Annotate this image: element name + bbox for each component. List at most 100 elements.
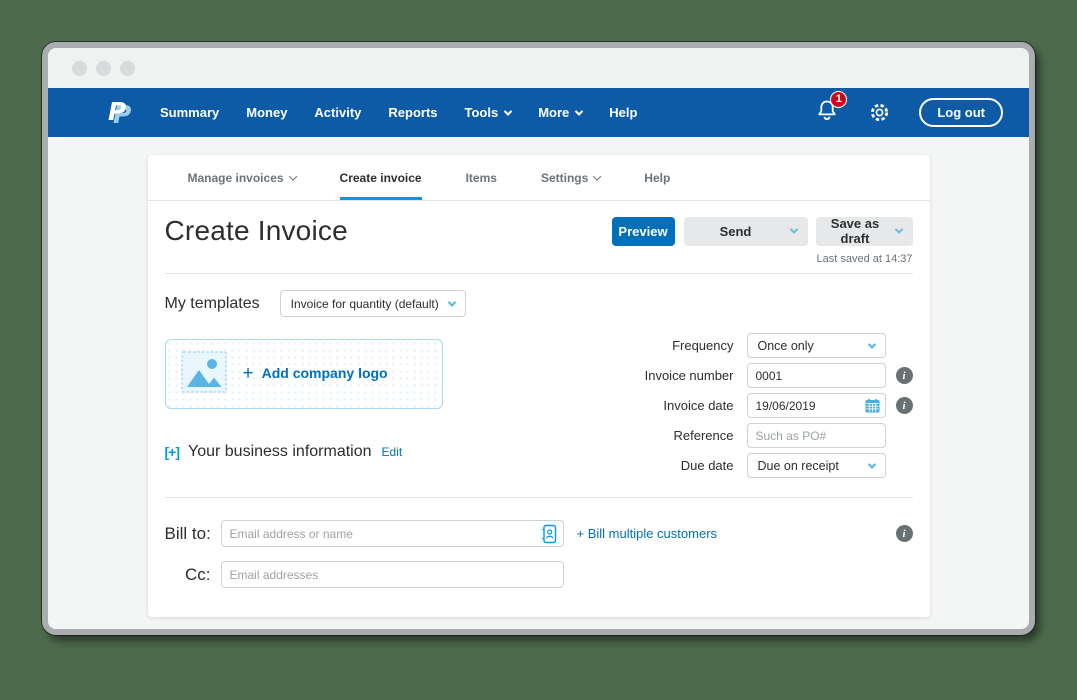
nav-item-reports[interactable]: Reports bbox=[388, 105, 437, 120]
nav-item-label: Tools bbox=[464, 105, 499, 120]
logout-button[interactable]: Log out bbox=[919, 98, 1003, 127]
frequency-value: Once only bbox=[757, 338, 814, 353]
reference-row: Reference bbox=[627, 423, 913, 448]
save-draft-label: Save as draft bbox=[830, 216, 880, 246]
chevron-down-icon bbox=[447, 297, 456, 307]
tab-label: Help bbox=[644, 170, 671, 185]
invoice-number-label: Invoice number bbox=[644, 368, 734, 383]
tab-label: Create invoice bbox=[339, 170, 422, 185]
tab-label: Items bbox=[465, 170, 497, 185]
due-date-select[interactable]: Due on receipt bbox=[746, 453, 886, 478]
window-control-dot bbox=[96, 60, 111, 76]
invoice-tabs: Manage invoices Create invoice Items Set… bbox=[147, 155, 930, 201]
my-templates-label: My templates bbox=[164, 294, 260, 312]
settings-gear-icon[interactable] bbox=[868, 101, 891, 124]
nav-item-label: Activity bbox=[314, 105, 362, 120]
invoice-date-label: Invoice date bbox=[663, 398, 734, 413]
info-icon[interactable]: i bbox=[895, 367, 913, 384]
chevron-down-icon bbox=[867, 459, 876, 469]
send-button-label: Send bbox=[719, 223, 752, 239]
nav-item-label: Summary bbox=[160, 105, 220, 120]
divider bbox=[164, 497, 913, 498]
invoice-number-row: Invoice number i bbox=[627, 363, 913, 388]
info-icon[interactable]: i bbox=[895, 525, 913, 542]
browser-window: P P Summary Money Activity Reports Tools… bbox=[42, 42, 1035, 635]
chevron-down-icon bbox=[593, 171, 602, 181]
tab-settings[interactable]: Settings bbox=[540, 155, 602, 200]
nav-item-tools[interactable]: Tools bbox=[464, 105, 513, 120]
chevron-down-icon bbox=[867, 339, 876, 349]
templates-row: My templates Invoice for quantity (defau… bbox=[165, 290, 913, 317]
info-icon[interactable]: i bbox=[895, 397, 913, 414]
nav-item-more[interactable]: More bbox=[538, 105, 584, 120]
notification-badge: 1 bbox=[830, 90, 848, 108]
add-logo-label: + Add company logo bbox=[242, 363, 388, 384]
tab-help[interactable]: Help bbox=[644, 155, 670, 200]
tab-manage-invoices[interactable]: Manage invoices bbox=[187, 155, 297, 200]
address-book-icon[interactable] bbox=[541, 524, 557, 549]
expand-icon[interactable]: [+] bbox=[165, 444, 180, 460]
due-date-row: Due date Due on receipt bbox=[627, 453, 913, 478]
navbar-right: 1 Log out bbox=[816, 90, 1003, 128]
window-control-dot bbox=[72, 60, 87, 76]
edit-business-info-link[interactable]: Edit bbox=[382, 445, 403, 459]
page-background: Manage invoices Create invoice Items Set… bbox=[48, 137, 1029, 629]
nav-item-summary[interactable]: Summary bbox=[160, 105, 219, 120]
bill-multiple-customers-link[interactable]: + Bill multiple customers bbox=[577, 526, 718, 541]
cc-input[interactable] bbox=[220, 561, 564, 588]
divider bbox=[164, 273, 913, 274]
bill-to-label: Bill to: bbox=[164, 523, 211, 543]
nav-menu: Summary Money Activity Reports Tools Mor… bbox=[160, 105, 664, 120]
header-actions: Preview Send Save as draft bbox=[611, 216, 913, 246]
calendar-icon[interactable] bbox=[865, 398, 880, 418]
paypal-logo-icon[interactable]: P P bbox=[104, 96, 134, 130]
cc-label: Cc: bbox=[185, 564, 211, 584]
tab-label: Manage invoices bbox=[187, 170, 284, 185]
send-button[interactable]: Send bbox=[683, 216, 808, 246]
plus-icon: + bbox=[242, 363, 254, 384]
preview-button[interactable]: Preview bbox=[611, 216, 675, 246]
bill-to-input[interactable] bbox=[220, 520, 564, 547]
nav-item-label: More bbox=[538, 105, 570, 120]
bill-to-row: Bill to: + Bill multiple customers bbox=[165, 520, 913, 547]
cc-row: Cc: bbox=[165, 561, 913, 588]
invoice-card: Manage invoices Create invoice Items Set… bbox=[147, 155, 930, 617]
tab-create-invoice[interactable]: Create invoice bbox=[339, 155, 422, 200]
tab-label: Settings bbox=[540, 170, 589, 185]
top-navbar: P P Summary Money Activity Reports Tools… bbox=[48, 88, 1029, 137]
template-selected-value: Invoice for quantity (default) bbox=[290, 296, 439, 311]
form-columns: + Add company logo [+] Your business info… bbox=[164, 333, 913, 483]
header-row: Create Invoice Preview Send Save as draf… bbox=[165, 215, 913, 247]
nav-item-label: Help bbox=[609, 105, 638, 120]
nav-item-label: Reports bbox=[388, 105, 438, 120]
nav-item-money[interactable]: Money bbox=[246, 105, 287, 120]
template-select[interactable]: Invoice for quantity (default) bbox=[279, 290, 466, 317]
reference-label: Reference bbox=[673, 428, 734, 443]
chevron-down-icon bbox=[894, 225, 903, 234]
reference-input[interactable] bbox=[746, 423, 886, 448]
chevron-down-icon bbox=[288, 171, 297, 181]
business-info-row: [+] Your business information Edit bbox=[165, 443, 465, 461]
chevron-down-icon bbox=[789, 225, 798, 234]
tab-items[interactable]: Items bbox=[466, 155, 497, 200]
add-company-logo-dropzone[interactable]: + Add company logo bbox=[164, 339, 443, 409]
due-date-value: Due on receipt bbox=[757, 458, 839, 473]
window-control-dot bbox=[120, 60, 135, 76]
save-as-draft-button[interactable]: Save as draft bbox=[815, 216, 913, 246]
notifications-bell-icon[interactable]: 1 bbox=[816, 90, 848, 128]
window-titlebar bbox=[48, 48, 1029, 88]
nav-item-label: Money bbox=[246, 105, 288, 120]
invoice-number-input[interactable] bbox=[746, 363, 886, 388]
nav-item-help[interactable]: Help bbox=[609, 105, 637, 120]
frequency-select[interactable]: Once only bbox=[746, 333, 886, 358]
nav-item-activity[interactable]: Activity bbox=[314, 105, 361, 120]
invoice-details-column: Frequency Once only Invoice number i bbox=[627, 333, 913, 483]
image-placeholder-icon bbox=[180, 350, 227, 398]
due-date-label: Due date bbox=[680, 458, 734, 473]
left-column: + Add company logo [+] Your business info… bbox=[164, 333, 465, 483]
chevron-down-icon bbox=[575, 106, 584, 116]
last-saved-status: Last saved at 14:37 bbox=[816, 253, 913, 265]
page-title: Create Invoice bbox=[164, 215, 348, 246]
chevron-down-icon bbox=[503, 106, 513, 116]
svg-text:P: P bbox=[108, 97, 126, 126]
